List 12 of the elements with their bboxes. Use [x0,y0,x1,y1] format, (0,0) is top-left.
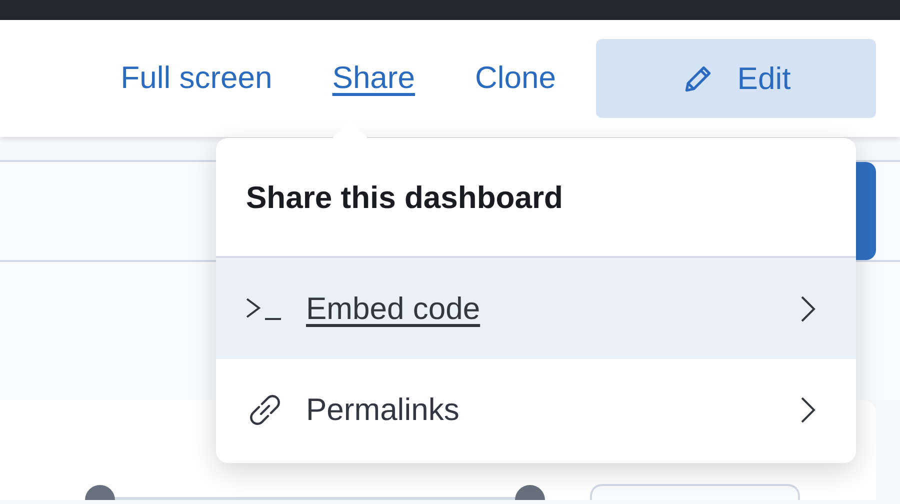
header-link[interactable]: Full screen [120,60,272,96]
header-link[interactable]: Share [332,60,415,96]
slider-thumb[interactable] [515,485,545,500]
range-slider[interactable] [85,485,545,500]
chevron-right-icon [800,294,816,322]
input-field[interactable] [590,484,800,500]
chevron-right-icon [800,396,816,424]
header-link[interactable]: Clone [475,60,556,96]
edit-button[interactable]: Edit [596,39,876,118]
slider-thumb[interactable] [85,485,115,500]
menu-item[interactable]: Embed code [216,258,856,359]
menu-item[interactable]: Permalinks [216,359,856,460]
